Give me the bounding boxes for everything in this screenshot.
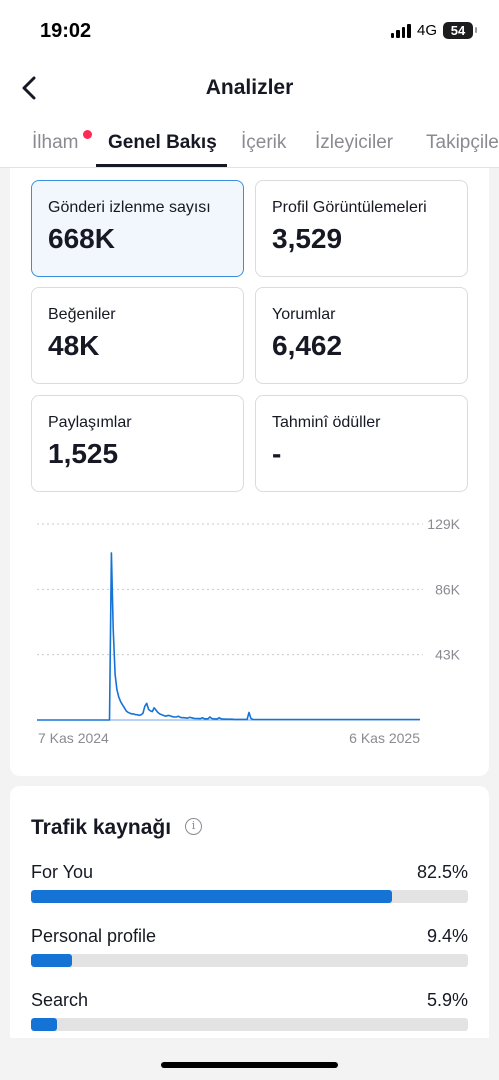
battery-icon: 54 xyxy=(443,22,477,39)
views-line-chart: 129K 86K 43K 7 Kas 2024 6 Kas 2025 xyxy=(37,516,461,746)
traffic-bar-fill xyxy=(31,954,73,967)
traffic-bar-track xyxy=(31,890,468,903)
traffic-source-percent: 9.4% xyxy=(426,926,468,946)
y-tick-label: 86K xyxy=(435,581,461,597)
x-tick-end: 6 Kas 2025 xyxy=(349,730,420,746)
status-indicators: 4G 54 xyxy=(390,22,477,39)
traffic-source-card: Trafik kaynağı i For You 82.5% Personal … xyxy=(10,786,489,1038)
tab-genel-bakis[interactable]: Genel Bakış xyxy=(108,132,217,154)
page-title: Analizler xyxy=(205,76,294,99)
traffic-source-name: Search xyxy=(31,990,89,1010)
x-tick-start: 7 Kas 2024 xyxy=(38,730,109,746)
status-time: 19:02 xyxy=(40,20,92,42)
metric-post-views[interactable]: Gönderi izlenme sayısı 668K xyxy=(31,180,244,277)
tab-izleyiciler[interactable]: İzleyiciler xyxy=(315,132,393,154)
traffic-source-percent: 5.9% xyxy=(426,990,468,1010)
metric-value: - xyxy=(272,438,282,469)
traffic-row-personal-profile: Personal profile 9.4% xyxy=(31,926,468,976)
traffic-source-percent: 82.5% xyxy=(416,862,468,882)
metric-value: 6,462 xyxy=(272,330,343,361)
y-tick-label: 129K xyxy=(427,516,460,532)
traffic-title: Trafik kaynağı xyxy=(31,816,172,839)
home-indicator xyxy=(161,1062,338,1068)
metric-profile-views[interactable]: Profil Görüntülemeleri 3,529 xyxy=(255,180,468,277)
metric-shares[interactable]: Paylaşımlar 1,525 xyxy=(31,395,244,492)
metric-label: Paylaşımlar xyxy=(48,414,132,431)
active-tab-indicator xyxy=(96,164,227,167)
tab-icerik[interactable]: İçerik xyxy=(241,132,286,154)
metric-label: Profil Görüntülemeleri xyxy=(272,199,427,216)
metric-label: Gönderi izlenme sayısı xyxy=(48,199,211,216)
metric-value: 1,525 xyxy=(48,438,119,469)
traffic-source-name: Personal profile xyxy=(31,926,157,946)
page-header: Analizler xyxy=(0,62,499,120)
status-bar: 19:02 4G 54 xyxy=(0,0,499,62)
metric-value: 3,529 xyxy=(272,223,343,254)
traffic-bar-fill xyxy=(31,890,392,903)
traffic-row-for-you: For You 82.5% xyxy=(31,862,468,912)
overview-card: Gönderi izlenme sayısı 668K Profil Görün… xyxy=(10,168,489,776)
network-type: 4G xyxy=(416,22,437,39)
battery-level: 54 xyxy=(450,23,466,38)
info-icon[interactable]: i xyxy=(185,818,202,835)
metric-label: Beğeniler xyxy=(48,306,116,323)
tab-bar: İlham Genel Bakış İçerik İzleyiciler Tak… xyxy=(0,120,499,168)
metric-value: 48K xyxy=(48,330,100,361)
metric-comments[interactable]: Yorumlar 6,462 xyxy=(255,287,468,384)
metric-label: Yorumlar xyxy=(272,306,336,323)
metric-value: 668K xyxy=(48,223,115,254)
tab-takipciler[interactable]: Takipçiler xyxy=(426,132,499,154)
metric-label: Tahminî ödüller xyxy=(272,414,381,431)
traffic-bar-fill xyxy=(31,1018,57,1031)
traffic-bar-track xyxy=(31,1018,468,1031)
metric-likes[interactable]: Beğeniler 48K xyxy=(31,287,244,384)
y-tick-label: 43K xyxy=(435,647,461,663)
metric-estimated-rewards[interactable]: Tahminî ödüller - xyxy=(255,395,468,492)
traffic-bar-track xyxy=(31,954,468,967)
traffic-source-name: For You xyxy=(31,862,94,882)
tab-ilham[interactable]: İlham xyxy=(32,132,78,154)
views-chart: 129K 86K 43K 7 Kas 2024 6 Kas 2025 xyxy=(10,508,489,758)
traffic-row-search: Search 5.9% xyxy=(31,990,468,1038)
signal-icon xyxy=(390,23,411,38)
series-line xyxy=(37,552,420,721)
notification-dot xyxy=(83,130,92,139)
